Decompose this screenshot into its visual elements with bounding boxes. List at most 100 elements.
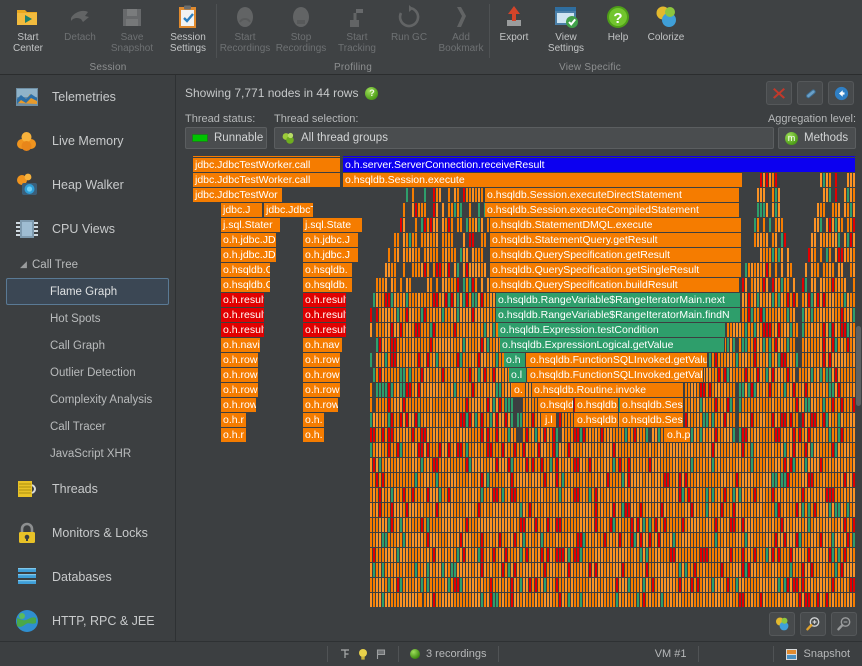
flame-frame[interactable] bbox=[769, 263, 772, 277]
flame-frame[interactable] bbox=[370, 353, 373, 367]
flame-frame[interactable] bbox=[394, 278, 397, 292]
flame-frame[interactable] bbox=[781, 218, 784, 232]
flame-frame[interactable] bbox=[466, 248, 469, 262]
aggregation-level-combo[interactable]: m Methods bbox=[778, 127, 856, 149]
flame-frame[interactable] bbox=[733, 383, 736, 397]
flame-frame[interactable] bbox=[460, 203, 463, 217]
flame-frame[interactable] bbox=[457, 188, 460, 202]
flame-frame[interactable] bbox=[424, 203, 427, 217]
flame-frame[interactable] bbox=[463, 233, 466, 247]
flame-frame[interactable] bbox=[457, 278, 460, 292]
flame-frame[interactable] bbox=[793, 368, 796, 382]
flame-frame[interactable] bbox=[556, 428, 559, 442]
sidebar-item-call-tracer[interactable]: Call Tracer bbox=[6, 413, 169, 440]
flame-frame[interactable] bbox=[514, 428, 517, 442]
flame-frame[interactable] bbox=[397, 248, 400, 262]
flame-frame[interactable] bbox=[781, 248, 784, 262]
flame-frame[interactable] bbox=[451, 233, 454, 247]
flame-frame[interactable] bbox=[781, 263, 784, 277]
start-center-button[interactable]: StartCenter bbox=[0, 0, 56, 54]
flame-frame[interactable] bbox=[793, 308, 796, 322]
flame-frame[interactable] bbox=[475, 278, 478, 292]
flame-frame[interactable] bbox=[436, 248, 439, 262]
sidebar-item-live-memory[interactable]: Live Memory bbox=[0, 119, 175, 163]
flame-frame[interactable] bbox=[766, 233, 769, 247]
flame-frame[interactable] bbox=[814, 278, 817, 292]
sidebar-item-flame-graph[interactable]: Flame Graph bbox=[6, 278, 169, 305]
flame-frame[interactable] bbox=[454, 248, 457, 262]
flame-frame[interactable] bbox=[478, 203, 481, 217]
flame-frame[interactable] bbox=[733, 338, 736, 352]
flame-frame[interactable] bbox=[775, 263, 778, 277]
flame-frame[interactable] bbox=[451, 218, 454, 232]
sidebar-item-http-rpc-jee[interactable]: HTTP, RPC & JEE bbox=[0, 599, 175, 643]
sidebar-group-call-tree[interactable]: ◢Call Tree bbox=[0, 251, 175, 278]
flame-frame[interactable] bbox=[385, 278, 388, 292]
flame-frame[interactable] bbox=[796, 323, 799, 337]
sidebar-item-complexity-analysis[interactable]: Complexity Analysis bbox=[6, 386, 169, 413]
flame-frame[interactable] bbox=[820, 218, 823, 232]
flame-frame[interactable] bbox=[790, 263, 793, 277]
session-settings-button[interactable]: SessionSettings bbox=[160, 0, 216, 54]
flame-frame[interactable] bbox=[388, 248, 391, 262]
view-settings-button[interactable]: ViewSettings bbox=[538, 0, 594, 54]
sidebar-item-telemetries[interactable]: Telemetries bbox=[0, 75, 175, 119]
flame-frame[interactable] bbox=[817, 263, 820, 277]
flame-frame[interactable] bbox=[469, 203, 472, 217]
flame-frame[interactable] bbox=[823, 203, 826, 217]
flame-frame[interactable] bbox=[418, 248, 421, 262]
flame-frame[interactable] bbox=[457, 263, 460, 277]
flame-frame[interactable] bbox=[472, 233, 475, 247]
flame-frame[interactable] bbox=[412, 188, 415, 202]
flame-frame[interactable] bbox=[763, 218, 766, 232]
flame-frame[interactable] bbox=[796, 293, 799, 307]
flame-frame[interactable] bbox=[793, 338, 796, 352]
flame-frame[interactable] bbox=[430, 278, 433, 292]
help-button[interactable]: ?Help bbox=[594, 0, 642, 43]
flame-frame[interactable] bbox=[415, 218, 418, 232]
flame-frame[interactable] bbox=[796, 353, 799, 367]
flame-frame[interactable] bbox=[448, 188, 451, 202]
flame-frame[interactable] bbox=[805, 278, 808, 292]
flame-frame[interactable] bbox=[775, 173, 778, 187]
flame-frame[interactable] bbox=[814, 248, 817, 262]
flame-frame[interactable] bbox=[745, 278, 748, 292]
colorize-button[interactable]: Colorize bbox=[642, 0, 690, 43]
sidebar-item-cpu-views[interactable]: CPU Views bbox=[0, 207, 175, 251]
flame-frame[interactable] bbox=[793, 278, 796, 292]
sidebar-item-javascript-xhr[interactable]: JavaScript XHR bbox=[6, 440, 169, 467]
flame-frame[interactable] bbox=[838, 233, 841, 247]
flame-frame[interactable] bbox=[778, 203, 781, 217]
flame-frame[interactable] bbox=[775, 233, 778, 247]
flame-frame[interactable] bbox=[511, 398, 514, 412]
flame-frame[interactable] bbox=[820, 248, 823, 262]
flame-frame[interactable] bbox=[424, 188, 427, 202]
flame-frame[interactable] bbox=[646, 428, 649, 442]
flame-frame[interactable] bbox=[403, 218, 406, 232]
flame-frame[interactable] bbox=[733, 413, 736, 427]
flame-frame[interactable] bbox=[481, 248, 484, 262]
flame-frame[interactable] bbox=[427, 263, 430, 277]
flame-frame[interactable] bbox=[484, 263, 487, 277]
export-button[interactable]: Export bbox=[490, 0, 538, 43]
flame-frame[interactable] bbox=[370, 323, 373, 337]
flame-frame[interactable] bbox=[436, 218, 439, 232]
flame-frame[interactable] bbox=[766, 278, 769, 292]
flame-frame[interactable] bbox=[835, 173, 838, 187]
flame-frame[interactable] bbox=[415, 233, 418, 247]
sidebar-item-databases[interactable]: Databases bbox=[0, 555, 175, 599]
flame-frame[interactable] bbox=[787, 248, 790, 262]
flame-frame[interactable] bbox=[406, 188, 409, 202]
flame-frame[interactable] bbox=[403, 203, 406, 217]
flame-frame[interactable] bbox=[814, 233, 817, 247]
flame-frame[interactable] bbox=[370, 383, 373, 397]
flame-frame[interactable] bbox=[439, 188, 442, 202]
flame-frame[interactable] bbox=[733, 398, 736, 412]
flame-frame[interactable] bbox=[757, 218, 760, 232]
flame-frame[interactable] bbox=[370, 398, 373, 412]
flame-frame[interactable] bbox=[481, 188, 484, 202]
flame-frame[interactable] bbox=[841, 263, 844, 277]
flame-frame[interactable] bbox=[481, 278, 484, 292]
sidebar-item-monitors-locks[interactable]: Monitors & Locks bbox=[0, 511, 175, 555]
flame-frame[interactable] bbox=[733, 428, 736, 442]
